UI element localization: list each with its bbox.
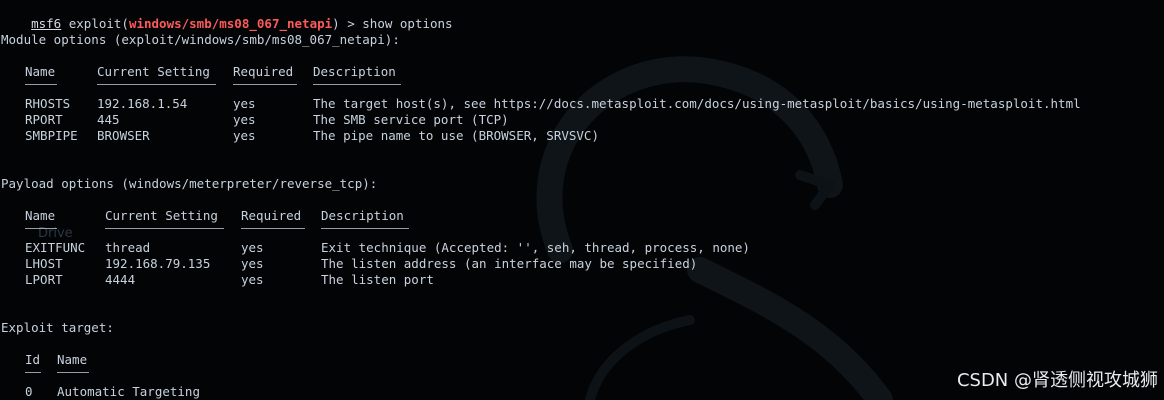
option-required: yes (233, 96, 256, 111)
target-header-name: Name (57, 352, 88, 367)
prompt-module-name: windows/smb/ms08_067_netapi (128, 16, 333, 31)
option-setting: 4444 (105, 272, 136, 287)
option-required: yes (241, 256, 264, 271)
payload-header-description: Description (321, 208, 404, 223)
payload-rule-setting (105, 228, 224, 229)
payload-options-title: Payload options (windows/meterpreter/rev… (1, 176, 378, 191)
module-rule-description (313, 84, 401, 85)
target-rule-name (57, 372, 89, 373)
option-required: yes (233, 128, 256, 143)
option-name: RHOSTS (25, 96, 71, 111)
option-name: RPORT (25, 112, 63, 127)
prompt-line: msf6 exploit(windows/smb/ms08_067_netapi… (1, 0, 452, 31)
option-description: The listen address (an interface may be … (321, 256, 698, 271)
option-description: Exit technique (Accepted: '', seh, threa… (321, 240, 750, 255)
payload-header-current-setting: Current Setting (105, 208, 218, 223)
target-rule-id (25, 372, 41, 373)
payload-header-required: Required (241, 208, 302, 223)
option-setting: 192.168.1.54 (97, 96, 188, 111)
option-name: SMBPIPE (25, 128, 78, 143)
option-name: EXITFUNC (25, 240, 86, 255)
prompt-command: show options (362, 16, 453, 31)
option-description: The listen port (321, 272, 434, 287)
option-setting: 192.168.79.135 (105, 256, 211, 271)
option-required: yes (241, 272, 264, 287)
module-rule-required (233, 84, 297, 85)
payload-rule-required (241, 228, 305, 229)
option-setting: BROWSER (97, 128, 150, 143)
kali-dragon-background-art (536, 56, 893, 400)
payload-header-name: Name (25, 208, 56, 223)
prompt-msf: msf6 (31, 16, 62, 31)
payload-rule-description (321, 228, 409, 229)
option-setting: thread (105, 240, 151, 255)
module-header-name: Name (25, 64, 56, 79)
option-name: LPORT (25, 272, 63, 287)
module-header-description: Description (313, 64, 396, 79)
module-rule-name (25, 84, 57, 85)
option-name: LHOST (25, 256, 63, 271)
target-name: Automatic Targeting (57, 384, 200, 399)
payload-rule-name (25, 228, 57, 229)
option-description: The target host(s), see https://docs.met… (313, 96, 1081, 111)
option-description: The SMB service port (TCP) (313, 112, 509, 127)
prompt-suffix: ) > (332, 16, 363, 31)
option-description: The pipe name to use (BROWSER, SRVSVC) (313, 128, 599, 143)
option-required: yes (241, 240, 264, 255)
terminal-window[interactable]: Drive msf6 exploit(windows/smb/ms08_067_… (0, 0, 1164, 400)
option-setting: 445 (97, 112, 120, 127)
prompt-exploit-prefix: exploit( (61, 16, 129, 31)
target-header-id: Id (25, 352, 41, 367)
module-options-title: Module options (exploit/windows/smb/ms08… (1, 32, 400, 47)
option-required: yes (233, 112, 256, 127)
module-header-current-setting: Current Setting (97, 64, 210, 79)
exploit-target-title: Exploit target: (1, 320, 114, 335)
module-rule-setting (97, 84, 216, 85)
csdn-watermark: CSDN @肾透侧视攻城狮 (956, 370, 1158, 391)
target-id: 0 (25, 384, 33, 399)
module-header-required: Required (233, 64, 294, 79)
